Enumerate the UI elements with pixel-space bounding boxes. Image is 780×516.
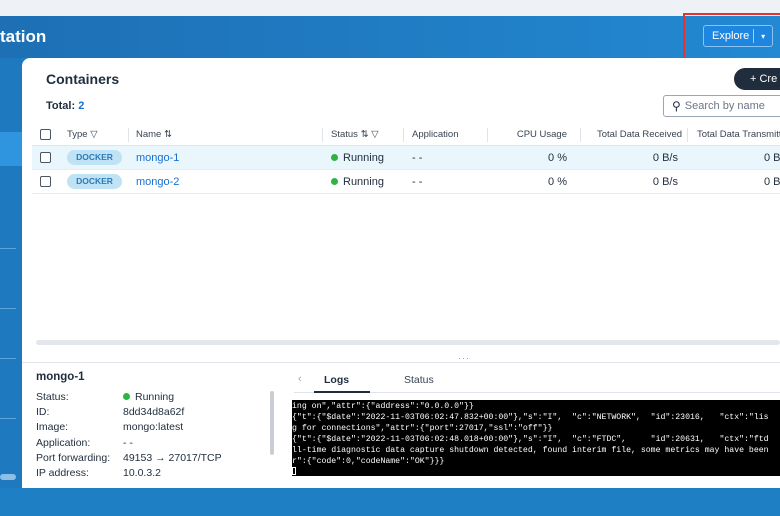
cpu-cell: 0 % [548, 176, 567, 188]
detail-application: Application: - - [36, 437, 133, 449]
details-title: mongo-1 [36, 371, 85, 383]
sidebar-divider [0, 358, 16, 359]
col-separator [322, 128, 323, 142]
sidebar-divider [0, 418, 16, 419]
detail-status: Status: Running [36, 391, 175, 403]
cpu-cell: 0 % [548, 152, 567, 164]
running-status-icon [123, 393, 130, 400]
terminal-cursor [292, 467, 296, 475]
tab-logs[interactable]: Logs [324, 374, 349, 386]
bottom-bar [0, 488, 780, 516]
app-title: tation [0, 27, 47, 46]
running-status-icon [331, 178, 338, 185]
col-separator [687, 128, 688, 142]
col-application[interactable]: Application [412, 129, 458, 140]
filter-icon: ▽ [90, 129, 98, 140]
select-all-checkbox[interactable] [40, 129, 51, 140]
container-name-link[interactable]: mongo-2 [136, 176, 179, 188]
application-cell: - - [412, 152, 423, 164]
log-line: ll-time diagnostic data capture shutdown… [292, 446, 769, 455]
table-horizontal-scrollbar[interactable] [36, 340, 780, 345]
sidebar-divider [0, 248, 16, 249]
sidebar-scrollbar[interactable] [0, 474, 16, 480]
total-label: Total: [46, 100, 76, 112]
explore-button[interactable]: Explore ▾ [703, 25, 773, 47]
table-row[interactable]: DOCKER mongo-1 Running - - 0 % 0 B/s 0 B [32, 146, 780, 170]
type-badge: DOCKER [67, 150, 122, 165]
col-type[interactable]: Type ▽ [67, 129, 98, 140]
transmitted-cell: 0 B [764, 176, 780, 188]
create-button[interactable]: + Cre [734, 68, 780, 90]
log-line: g for connections","attr":{"port":27017,… [292, 424, 553, 433]
search-input[interactable] [684, 100, 780, 112]
detail-id: ID: 8dd34d8a62f [36, 406, 185, 418]
col-name[interactable]: Name ⇅ [136, 129, 172, 140]
sidebar: ‹ [0, 58, 22, 516]
log-line: r":{"code":0,"codeName":"OK"}}} [292, 457, 445, 466]
log-line: {"t":{"$date":"2022-11-03T06:02:47.832+0… [292, 413, 769, 422]
application-cell: - - [412, 176, 423, 188]
details-tabs: ‹ Logs Status [294, 371, 780, 393]
transmitted-cell: 0 B [764, 152, 780, 164]
col-separator [403, 128, 404, 142]
page-title: Containers [46, 71, 120, 87]
col-status[interactable]: Status ⇅ ▽ [331, 129, 379, 140]
table-row[interactable]: DOCKER mongo-2 Running - - 0 % 0 B/s 0 B [32, 170, 780, 194]
received-cell: 0 B/s [652, 176, 678, 188]
container-name-link[interactable]: mongo-1 [136, 152, 179, 164]
log-line: ing on","attr":{"address":"0.0.0.0"}} [292, 402, 474, 411]
containers-table: Type ▽ Name ⇅ Status ⇅ ▽ Application CPU… [32, 124, 780, 194]
logs-console[interactable]: ing on","attr":{"address":"0.0.0.0"}} {"t… [292, 400, 780, 476]
detail-ip-address: IP address: 10.0.3.2 [36, 467, 161, 479]
search-box[interactable]: ⚲ [663, 95, 780, 117]
sort-icon: ⇅ [163, 129, 172, 140]
sort-icon: ⇅ [360, 129, 369, 140]
col-cpu[interactable]: CPU Usage [497, 129, 567, 140]
total-count: Total: 2 [46, 100, 84, 112]
search-icon: ⚲ [672, 99, 681, 113]
status-cell: Running [331, 176, 384, 188]
active-tab-indicator [314, 391, 370, 393]
col-received[interactable]: Total Data Received [597, 129, 682, 140]
detail-port-forwarding: Port forwarding: 49153 → 27017/TCP [36, 452, 222, 464]
tab-status[interactable]: Status [404, 374, 434, 386]
total-number: 2 [78, 100, 85, 112]
chevron-down-icon[interactable]: ▾ [754, 32, 772, 41]
app-header: tation [0, 16, 780, 58]
log-line: {"t":{"$date":"2022-11-03T06:02:48.018+0… [292, 435, 769, 444]
details-panel: mongo-1 Status: Running ID: 8dd34d8a62f Im… [22, 362, 780, 488]
sidebar-item-selected[interactable] [0, 132, 22, 166]
details-scrollbar[interactable] [270, 391, 274, 455]
received-cell: 0 B/s [652, 152, 678, 164]
top-strip [0, 0, 780, 16]
containers-panel: Containers Total: 2 + Cre ⚲ Type ▽ Name … [22, 58, 780, 358]
col-transmitted[interactable]: Total Data Transmitt [697, 129, 780, 140]
filter-icon: ▽ [371, 129, 379, 140]
row-checkbox[interactable] [40, 152, 51, 163]
type-badge: DOCKER [67, 174, 122, 189]
col-separator [580, 128, 581, 142]
detail-image: Image: mongo:latest [36, 421, 184, 433]
explore-label: Explore [712, 30, 750, 42]
status-cell: Running [331, 152, 384, 164]
row-checkbox[interactable] [40, 176, 51, 187]
col-separator [128, 128, 129, 142]
col-separator [487, 128, 488, 142]
table-header: Type ▽ Name ⇅ Status ⇅ ▽ Application CPU… [32, 124, 780, 146]
sidebar-divider [0, 308, 16, 309]
chevron-left-icon[interactable]: ‹ [298, 373, 302, 385]
running-status-icon [331, 154, 338, 161]
